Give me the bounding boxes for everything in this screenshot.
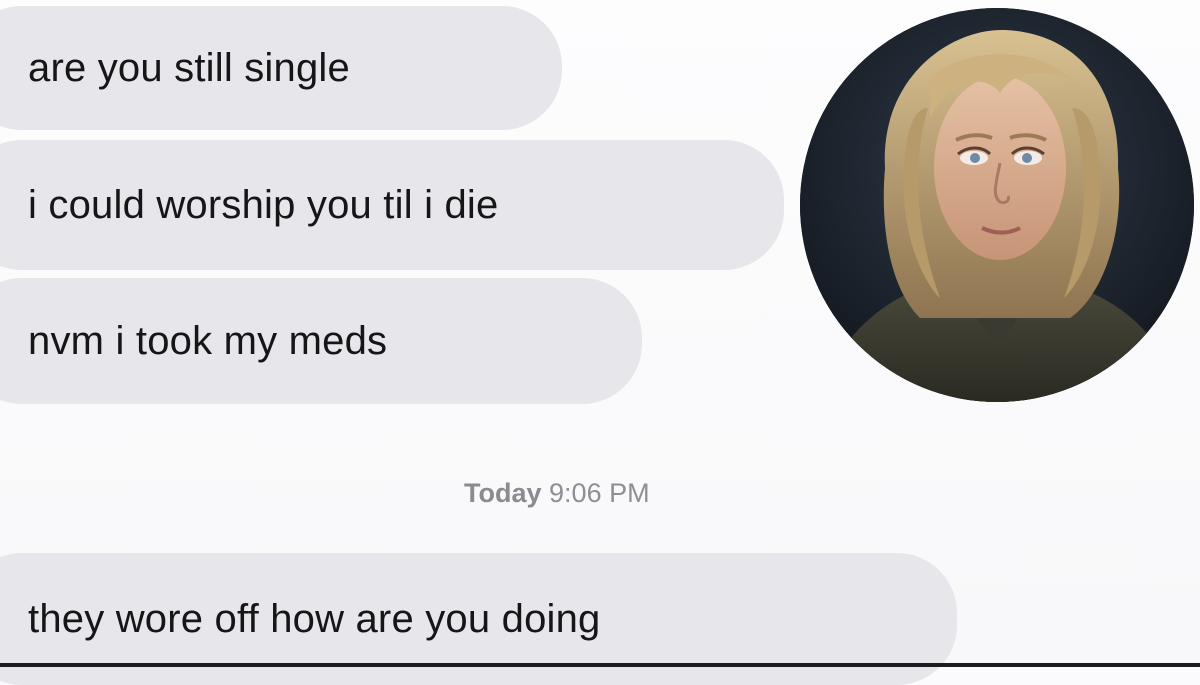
- message-thread: are you still single i could worship you…: [0, 0, 1200, 685]
- message-text: nvm i took my meds: [28, 319, 388, 363]
- message-text: are you still single: [28, 46, 350, 90]
- timestamp-time: 9:06 PM: [549, 478, 650, 508]
- message-text: i could worship you til i die: [28, 183, 499, 227]
- bottom-divider: [0, 663, 1200, 667]
- message-text: they wore off how are you doing: [28, 597, 601, 641]
- message-timestamp: Today 9:06 PM: [464, 478, 650, 509]
- message-bubble-received[interactable]: are you still single: [0, 6, 562, 130]
- message-bubble-received[interactable]: i could worship you til i die: [0, 140, 784, 270]
- message-bubble-received[interactable]: nvm i took my meds: [0, 278, 642, 404]
- person-portrait-avatar-icon: [800, 8, 1194, 402]
- avatar: [800, 8, 1194, 402]
- timestamp-day: Today: [464, 478, 542, 508]
